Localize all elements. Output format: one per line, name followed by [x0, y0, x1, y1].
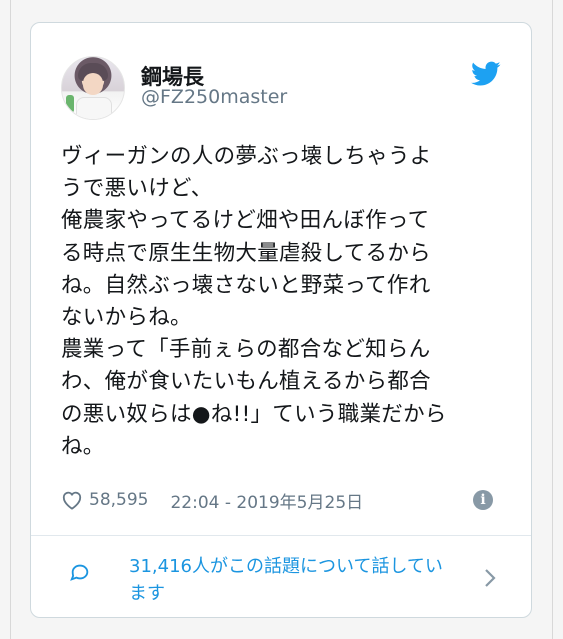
tweet-text: ヴィーガンの人の夢ぶっ壊しちゃうよ うで悪いけど、 俺農家やってるけど畑や田んぼ…	[61, 141, 511, 463]
tweet-text-line: ね。自然ぶっ壊さないと野菜って作れ	[61, 272, 431, 298]
like-count[interactable]: 58,595	[89, 490, 148, 510]
user-handle[interactable]: @FZ250master	[141, 86, 287, 108]
heart-outline-icon[interactable]	[61, 490, 83, 510]
tweet-text-line: ヴィーガンの人の夢ぶっ壊しちゃうよ	[61, 144, 432, 169]
tweet-timestamp[interactable]: 22:04 - 2019年5月25日	[170, 488, 363, 513]
tweet-text-line: る時点で原生生物大量虐殺してるから	[61, 240, 431, 266]
tweet-text-line: の悪い奴らは●ね!!」ていう職業だから	[61, 401, 447, 427]
avatar-shirt	[76, 97, 112, 119]
chevron-right-icon[interactable]	[483, 567, 497, 589]
conversation-link[interactable]: 31,416人がこの話題について話してい ます	[61, 553, 511, 609]
page-rule-right	[552, 0, 553, 639]
info-icon[interactable]: i	[473, 490, 493, 510]
divider	[31, 535, 531, 536]
avatar-accent	[66, 95, 74, 113]
speech-bubble-icon	[70, 564, 89, 581]
tweet-text-line: うで悪いけど、	[61, 176, 213, 202]
avatar[interactable]	[61, 56, 125, 120]
twitter-bird-icon[interactable]	[471, 61, 501, 87]
avatar-face	[83, 73, 103, 95]
conversation-text-line1: 31,416人がこの話題について話してい	[129, 556, 443, 577]
tweet-meta: 58,595 22:04 - 2019年5月25日 i	[61, 485, 501, 515]
embedded-tweet-card[interactable]: 鋼場長 @FZ250master ヴィーガンの人の夢ぶっ壊しちゃうよ うで悪いけ…	[30, 22, 532, 618]
tweet-header: 鋼場長 @FZ250master	[31, 23, 531, 123]
tweet-text-line: ないからね。	[61, 305, 192, 331]
conversation-text-line2: ます	[129, 583, 165, 604]
tweet-text-line: 農業って「手前ぇらの都合など知らん	[61, 337, 431, 363]
page-rule-left	[10, 0, 11, 639]
conversation-text[interactable]: 31,416人がこの話題について話してい ます	[129, 553, 499, 607]
tweet-text-line: 俺農家やってるけど畑や田んぼ作って	[61, 208, 430, 234]
tweet-text-line: わ、俺が食いたいもん植えるから都合	[61, 369, 431, 395]
tweet-text-line: ね。	[61, 433, 105, 459]
